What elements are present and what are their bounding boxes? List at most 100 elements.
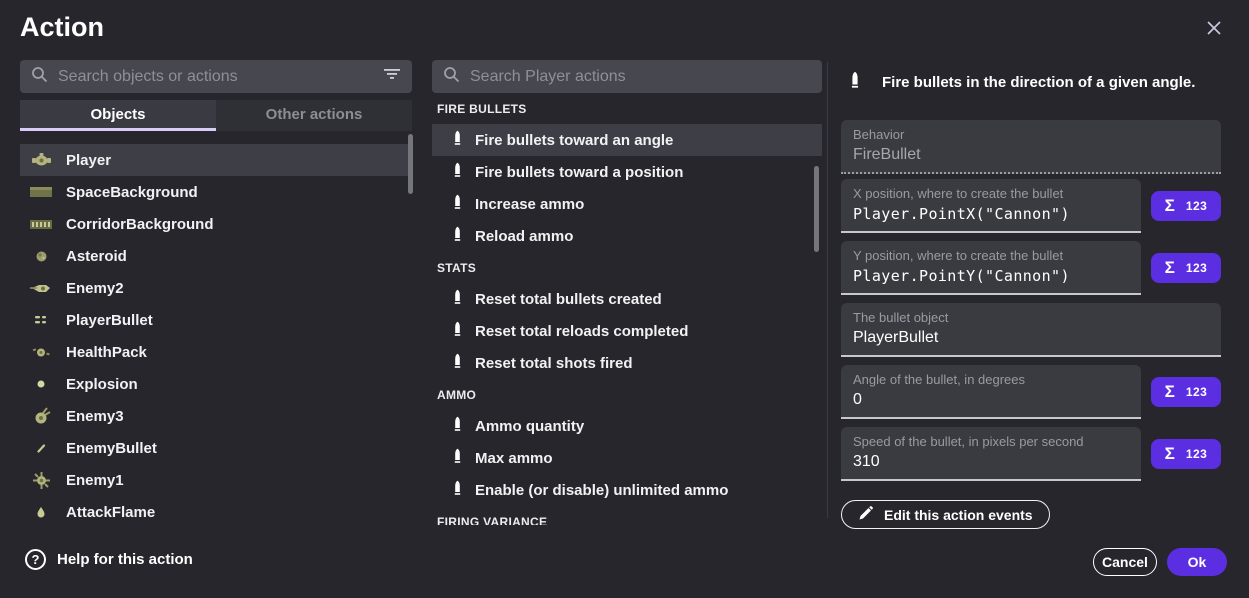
flame-icon <box>29 506 53 518</box>
object-row-healthpack[interactable]: HealthPack <box>20 336 412 368</box>
bullet-object-field-row: The bullet object PlayerBullet <box>841 303 1221 357</box>
action-row-fire-position[interactable]: Fire bullets toward a position <box>432 156 822 188</box>
field-value[interactable]: 0 <box>853 390 1129 410</box>
angle-field[interactable]: Angle of the bullet, in degrees 0 <box>841 365 1141 419</box>
actions-search-input[interactable] <box>470 68 811 86</box>
object-label: CorridorBackground <box>66 216 214 233</box>
object-label: Explosion <box>66 376 138 393</box>
filter-icon[interactable] <box>383 67 401 86</box>
action-label: Fire bullets toward an angle <box>475 132 673 149</box>
section-header-stats: STATS <box>432 252 822 283</box>
bullet-object-field[interactable]: The bullet object PlayerBullet <box>841 303 1221 357</box>
object-label: EnemyBullet <box>66 440 157 457</box>
field-label: Y position, where to create the bullet <box>853 248 1129 263</box>
object-row-player[interactable]: Player <box>20 144 412 176</box>
section-header-fire-bullets: FIRE BULLETS <box>432 93 822 124</box>
object-row-playerbullet[interactable]: PlayerBullet <box>20 304 412 336</box>
section-header-firing-variance: FIRING VARIANCE <box>432 506 822 525</box>
action-row-unlimited-ammo[interactable]: Enable (or disable) unlimited ammo <box>432 474 822 506</box>
action-label: Reset total shots fired <box>475 355 633 372</box>
numbers-icon: 123 <box>1186 447 1208 461</box>
expression-builder-button[interactable]: Σ 123 <box>1151 191 1221 221</box>
object-label: Enemy3 <box>66 408 124 425</box>
action-row-reset-shots-fired[interactable]: Reset total shots fired <box>432 347 822 379</box>
object-row-spacebackground[interactable]: SpaceBackground <box>20 176 412 208</box>
objects-scrollbar[interactable] <box>408 134 413 194</box>
help-icon: ? <box>25 549 46 570</box>
pencil-icon <box>858 506 873 524</box>
object-row-asteroid[interactable]: Asteroid <box>20 240 412 272</box>
action-label: Increase ammo <box>475 196 584 213</box>
asteroid-icon <box>29 250 53 263</box>
edit-action-events-button[interactable]: Edit this action events <box>841 500 1050 529</box>
player-ship-icon <box>29 152 53 169</box>
field-label: The bullet object <box>853 310 1209 325</box>
object-row-enemy1[interactable]: Enemy1 <box>20 464 412 496</box>
object-row-attackflame[interactable]: AttackFlame <box>20 496 412 528</box>
actions-search-bar <box>432 60 822 93</box>
object-row-explosion[interactable]: Explosion <box>20 368 412 400</box>
bullet-icon <box>454 353 461 374</box>
expression-builder-button[interactable]: Σ 123 <box>1151 439 1221 469</box>
background-band-icon <box>29 186 53 198</box>
object-label: Enemy2 <box>66 280 124 297</box>
action-row-increase-ammo[interactable]: Increase ammo <box>432 188 822 220</box>
help-button[interactable]: ? Help for this action <box>25 549 193 570</box>
x-position-field[interactable]: X position, where to create the bullet P… <box>841 179 1141 233</box>
action-label: Enable (or disable) unlimited ammo <box>475 482 728 499</box>
enemy-ship-icon <box>29 282 53 295</box>
field-value[interactable]: PlayerBullet <box>853 328 1209 348</box>
object-row-enemy3[interactable]: Enemy3 <box>20 400 412 432</box>
expression-builder-button[interactable]: Σ 123 <box>1151 377 1221 407</box>
field-label: Angle of the bullet, in degrees <box>853 372 1129 387</box>
action-label: Fire bullets toward a position <box>475 164 683 181</box>
cancel-button[interactable]: Cancel <box>1093 548 1157 576</box>
field-value[interactable]: Player.PointX("Cannon") <box>853 204 1129 224</box>
action-row-max-ammo[interactable]: Max ammo <box>432 442 822 474</box>
object-label: HealthPack <box>66 344 147 361</box>
ok-button[interactable]: Ok <box>1167 548 1227 576</box>
x-position-field-row: X position, where to create the bullet P… <box>841 179 1221 233</box>
action-description-text: Fire bullets in the direction of a given… <box>882 74 1195 91</box>
search-icon <box>31 66 48 88</box>
object-row-corridorbackground[interactable]: CorridorBackground <box>20 208 412 240</box>
objects-search-input[interactable] <box>58 68 373 86</box>
tab-objects[interactable]: Objects <box>20 100 216 131</box>
action-label: Max ammo <box>475 450 553 467</box>
object-row-enemy2[interactable]: Enemy2 <box>20 272 412 304</box>
action-row-reset-bullets-created[interactable]: Reset total bullets created <box>432 283 822 315</box>
search-icon <box>443 66 460 88</box>
tab-other-actions[interactable]: Other actions <box>216 100 412 131</box>
object-label: AttackFlame <box>66 504 155 521</box>
actions-scrollbar[interactable] <box>814 166 819 252</box>
action-label: Reset total reloads completed <box>475 323 688 340</box>
bullet-dashes-icon <box>29 315 53 325</box>
action-row-fire-angle[interactable]: Fire bullets toward an angle <box>432 124 822 156</box>
help-label: Help for this action <box>57 551 193 568</box>
field-label: Speed of the bullet, in pixels per secon… <box>853 434 1129 449</box>
section-header-ammo: AMMO <box>432 379 822 410</box>
bullet-icon <box>454 162 461 183</box>
bullet-icon <box>454 448 461 469</box>
left-tabs: Objects Other actions <box>20 100 412 131</box>
action-row-reset-reloads-completed[interactable]: Reset total reloads completed <box>432 315 822 347</box>
action-label: Reset total bullets created <box>475 291 662 308</box>
action-row-reload-ammo[interactable]: Reload ammo <box>432 220 822 252</box>
close-button[interactable] <box>1201 16 1227 42</box>
action-description: Fire bullets in the direction of a given… <box>841 60 1221 104</box>
bullet-icon <box>454 289 461 310</box>
object-label: Player <box>66 152 111 169</box>
objects-panel: Objects Other actions Player SpaceBackgr… <box>20 60 412 528</box>
field-value[interactable]: Player.PointY("Cannon") <box>853 266 1129 286</box>
field-value[interactable]: 310 <box>853 452 1129 472</box>
action-row-ammo-quantity[interactable]: Ammo quantity <box>432 410 822 442</box>
expression-builder-button[interactable]: Σ 123 <box>1151 253 1221 283</box>
bullet-icon <box>454 321 461 342</box>
object-row-enemybullet[interactable]: EnemyBullet <box>20 432 412 464</box>
edit-button-label: Edit this action events <box>884 507 1033 523</box>
numbers-icon: 123 <box>1186 199 1208 213</box>
small-slash-icon <box>29 444 53 453</box>
speed-field[interactable]: Speed of the bullet, in pixels per secon… <box>841 427 1141 481</box>
object-label: Enemy1 <box>66 472 124 489</box>
y-position-field[interactable]: Y position, where to create the bullet P… <box>841 241 1141 295</box>
